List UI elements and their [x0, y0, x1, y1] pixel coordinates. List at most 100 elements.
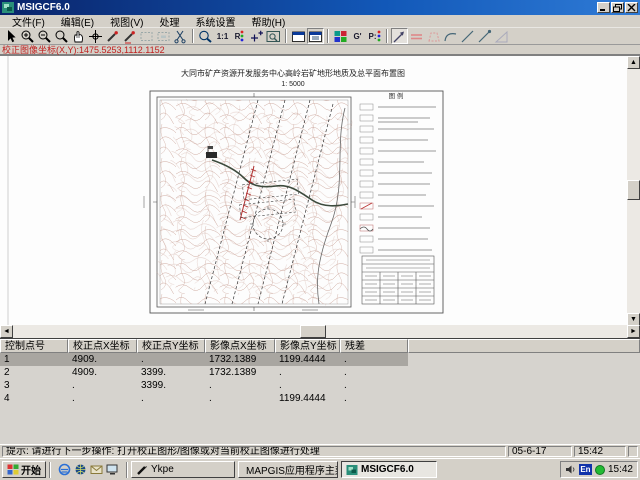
cell-correct-x: 4909.: [68, 366, 137, 379]
curve-correction-button[interactable]: [442, 28, 459, 44]
pan-tool-button[interactable]: [70, 28, 87, 44]
one-to-one-button[interactable]: 1:1: [214, 28, 231, 44]
menu-system-settings[interactable]: 系统设置: [187, 14, 243, 29]
rgb-dots-icon: [240, 30, 244, 42]
segment-correction-button-2[interactable]: [476, 28, 493, 44]
marquee-button-1[interactable]: [138, 28, 155, 44]
hline-correction-button[interactable]: [408, 28, 425, 44]
menu-file[interactable]: 文件(F): [4, 14, 53, 29]
zoom-out-button[interactable]: [36, 28, 53, 44]
table-row[interactable]: 2 4909. 3399. 1732.1389 . .: [0, 366, 408, 379]
zoom-area-button[interactable]: [197, 28, 214, 44]
header-point-number[interactable]: 控制点号: [0, 339, 68, 353]
close-icon: [627, 4, 636, 12]
cell-point-number: 3: [0, 379, 68, 392]
horizontal-scrollbar[interactable]: ◄ ►: [0, 325, 640, 338]
cell-image-x: 1732.1389: [205, 366, 275, 379]
cell-residual: .: [340, 366, 408, 379]
quick-launch: [54, 461, 123, 478]
task-button-ykpe[interactable]: Ykpe: [131, 461, 235, 478]
task-label: MAPGIS应用程序主菜单: [246, 462, 338, 477]
taskbar-divider: [49, 462, 51, 478]
cell-residual: .: [340, 353, 408, 366]
scroll-right-icon[interactable]: ►: [627, 325, 640, 338]
vertical-scrollbar[interactable]: ▲ ▼: [627, 56, 640, 326]
menu-view[interactable]: 视图(V): [102, 14, 151, 29]
edit-point-button-1[interactable]: [104, 28, 121, 44]
zoom-in-button[interactable]: [19, 28, 36, 44]
scanned-map-document[interactable]: 大同市矿产资源开发服务中心高岭岩矿地形地质及总平面布置图 1: 5000: [0, 56, 627, 326]
status-date: 05-6-17: [508, 446, 572, 457]
start-button[interactable]: 开始: [2, 461, 46, 478]
header-correct-y[interactable]: 校正点Y坐标: [137, 339, 205, 353]
image-window-button-1[interactable]: [290, 28, 307, 44]
cell-residual: .: [340, 379, 408, 392]
hand-icon: [71, 29, 86, 44]
rgb-display-button[interactable]: R: [231, 28, 248, 44]
select-tool-button[interactable]: [2, 28, 19, 44]
speaker-icon[interactable]: [565, 464, 576, 475]
preview-icon: [266, 29, 281, 44]
move-tool-button[interactable]: [87, 28, 104, 44]
segment-correction-button-1[interactable]: [459, 28, 476, 44]
table-header-row: 控制点号 校正点X坐标 校正点Y坐标 影像点X坐标 影像点Y坐标 残差: [0, 339, 640, 353]
minimize-button[interactable]: [597, 2, 610, 13]
header-image-x[interactable]: 影像点X坐标: [205, 339, 275, 353]
scroll-left-icon[interactable]: ◄: [0, 325, 13, 338]
table-row[interactable]: 3 . 3399. . . .: [0, 379, 408, 392]
map-sheet-title: 大同市矿产资源开发服务中心高岭岩矿地形地质及总平面布置图: [181, 68, 405, 78]
polygon-correction-button[interactable]: [425, 28, 442, 44]
cell-image-y: 1199.4444: [275, 392, 340, 405]
header-residual[interactable]: 残差: [340, 339, 408, 353]
header-image-y[interactable]: 影像点Y坐标: [275, 339, 340, 353]
image-window-button-2[interactable]: [307, 28, 324, 44]
preview-window-button[interactable]: [265, 28, 282, 44]
vertical-scroll-thumb[interactable]: [627, 180, 640, 200]
table-row[interactable]: 4 . . . 1199.4444 .: [0, 392, 408, 405]
marquee-button-2[interactable]: [155, 28, 172, 44]
gray-mode-button[interactable]: G': [349, 28, 366, 44]
internet-explorer-icon[interactable]: [58, 463, 71, 476]
header-correct-x[interactable]: 校正点X坐标: [68, 339, 137, 353]
select-arrow-icon: [3, 29, 18, 44]
palette-mode-button[interactable]: P:: [366, 28, 383, 44]
edit-point-button-2[interactable]: [121, 28, 138, 44]
add-point-icon: [249, 29, 264, 44]
image-mode-button[interactable]: [332, 28, 349, 44]
add-control-point-button[interactable]: [248, 28, 265, 44]
image-tiles-icon: [333, 29, 348, 44]
pen-plus-icon: [122, 29, 137, 44]
status-ball-icon[interactable]: [595, 465, 605, 475]
cell-point-number: 4: [0, 392, 68, 405]
line-correction-button[interactable]: [391, 28, 408, 44]
task-button-msigcf[interactable]: MSIGCF6.0: [341, 461, 437, 478]
table-row[interactable]: 1 4909. . 1732.1389 1199.4444 .: [0, 353, 408, 366]
scroll-up-icon[interactable]: ▲: [627, 56, 640, 69]
taskbar-divider: [126, 462, 128, 478]
restore-button[interactable]: [611, 2, 624, 13]
marquee-icon: [139, 29, 154, 44]
globe-icon[interactable]: [74, 463, 87, 476]
tray-clock[interactable]: 15:42: [608, 464, 633, 475]
input-method-indicator[interactable]: En: [579, 464, 592, 475]
triangle-correction-button[interactable]: [493, 28, 510, 44]
close-button[interactable]: [625, 2, 638, 13]
curve-icon: [443, 29, 458, 44]
map-canvas[interactable]: 大同市矿产资源开发服务中心高岭岩矿地形地质及总平面布置图 1: 5000: [0, 55, 640, 325]
menu-process[interactable]: 处理: [151, 14, 187, 29]
magnifier-button[interactable]: [53, 28, 70, 44]
horizontal-scroll-thumb[interactable]: [300, 325, 326, 338]
cut-button[interactable]: [172, 28, 189, 44]
start-label: 开始: [21, 462, 41, 477]
menu-help[interactable]: 帮助(H): [243, 14, 293, 29]
msigcf-icon: [346, 464, 358, 476]
menu-edit[interactable]: 编辑(E): [53, 14, 102, 29]
show-desktop-icon[interactable]: [106, 463, 119, 476]
task-label: Ykpe: [151, 464, 174, 475]
cell-image-y: .: [275, 366, 340, 379]
zoom-in-icon: [20, 29, 35, 44]
cell-image-x: .: [205, 379, 275, 392]
mail-icon[interactable]: [90, 463, 103, 476]
app-window: MSIGCF6.0 文件(F) 编辑(E) 视图(V) 处理 系统设置 帮助(H…: [0, 0, 640, 480]
task-button-mapgis-menu[interactable]: MAPGIS应用程序主菜单: [238, 461, 338, 478]
